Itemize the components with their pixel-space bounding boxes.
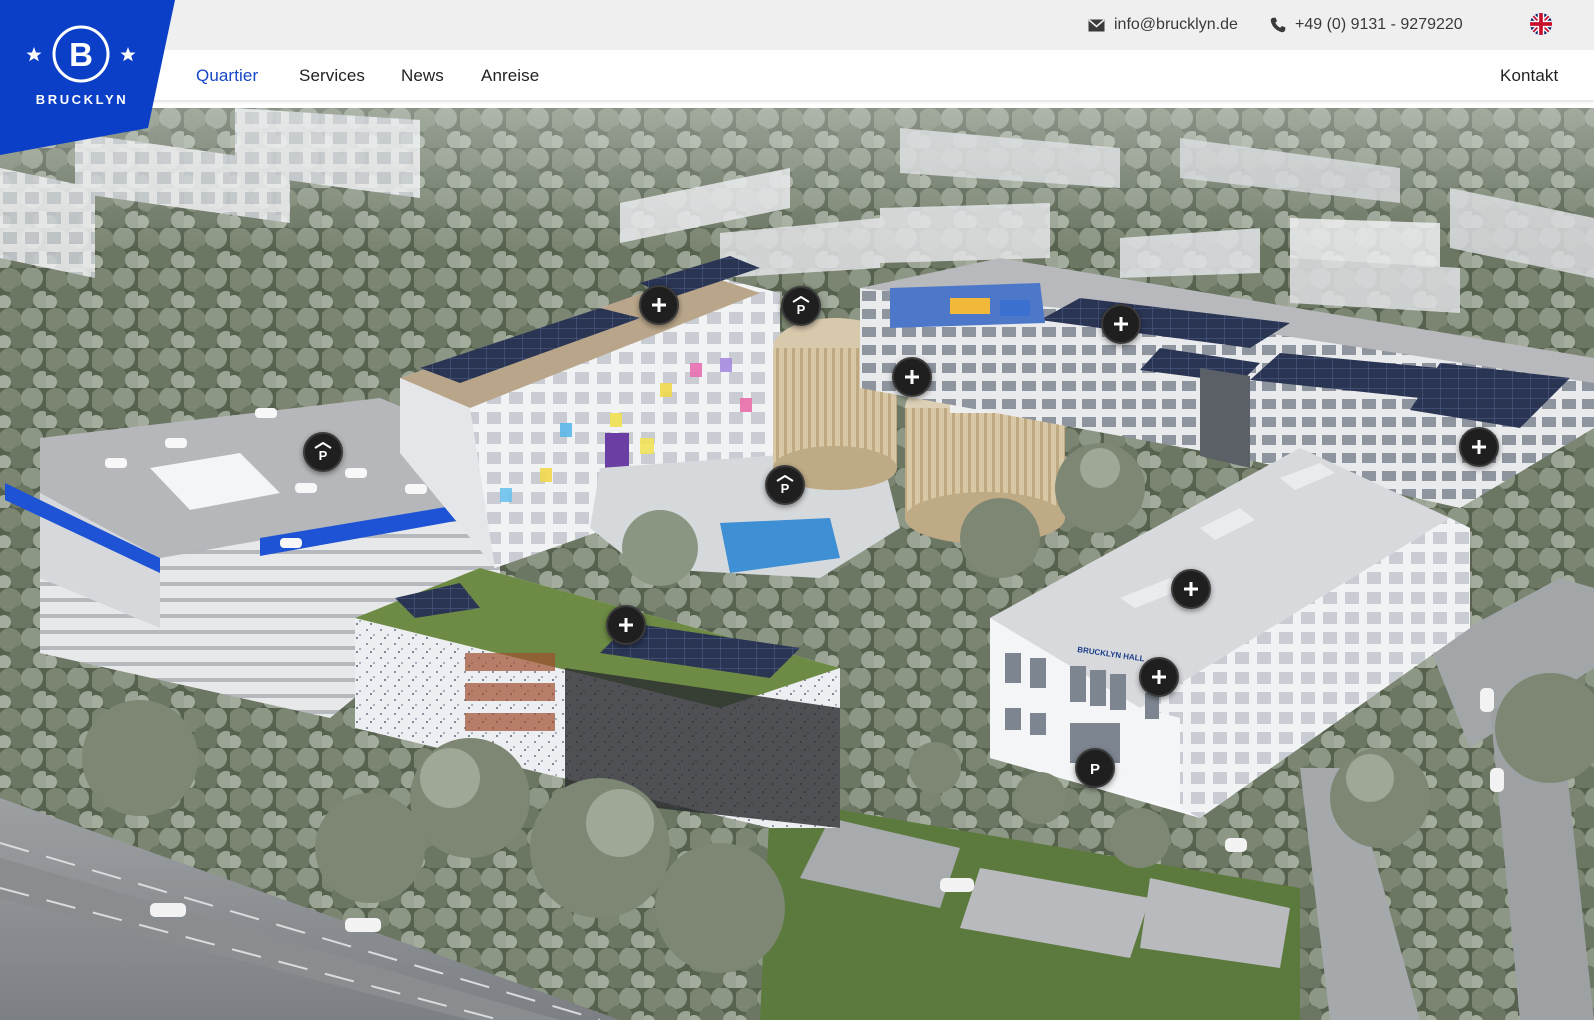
- hotspot-info-east-wing[interactable]: [1459, 427, 1499, 467]
- plus-icon: [1184, 582, 1198, 596]
- brucklyn-logo[interactable]: B BRUCKLYN: [0, 0, 175, 155]
- plus-icon: [619, 618, 633, 632]
- phone-text: +49 (0) 9131 - 9279220: [1295, 16, 1463, 33]
- svg-text:P: P: [797, 302, 806, 316]
- plus-icon: [1472, 440, 1486, 454]
- logo-letter: B: [69, 36, 93, 73]
- phone-icon: [1270, 17, 1286, 33]
- parking-icon: P: [1090, 761, 1100, 778]
- nav-item-anreise[interactable]: Anreise: [481, 66, 539, 86]
- plus-icon: [652, 298, 666, 312]
- nav-item-quartier[interactable]: Quartier: [196, 66, 258, 86]
- svg-text:P: P: [1090, 761, 1100, 778]
- hotspot-info-hall-roof[interactable]: [1171, 569, 1211, 609]
- hotspot-parking-garage-courtyard[interactable]: P: [765, 465, 805, 505]
- hotspot-parking-garage-north[interactable]: P: [781, 286, 821, 326]
- phone-link[interactable]: +49 (0) 9131 - 9279220: [1270, 16, 1463, 34]
- email-link[interactable]: info@brucklyn.de: [1088, 16, 1238, 34]
- plus-icon: [1152, 670, 1166, 684]
- main-navigation: Quartier Services News Anreise Kontakt: [0, 50, 1594, 100]
- svg-text:P: P: [781, 481, 790, 495]
- nav-item-news[interactable]: News: [401, 66, 444, 86]
- plus-icon: [905, 370, 919, 384]
- nav-item-services[interactable]: Services: [299, 66, 365, 86]
- envelope-icon: [1088, 18, 1105, 31]
- plus-icon: [1114, 317, 1128, 331]
- aerial-rendering: BRUCKLYN HALL: [0, 108, 1594, 1020]
- parking-garage-icon: P: [792, 296, 810, 316]
- quarter-map: BRUCKLYN HALL P P P P: [0, 108, 1594, 1020]
- logo-wordmark: BRUCKLYN: [36, 92, 129, 107]
- hotspot-info-brucklyn-hall[interactable]: [1139, 657, 1179, 697]
- parking-garage-icon: P: [314, 442, 332, 462]
- hotspot-parking-surface[interactable]: P: [1075, 748, 1115, 788]
- nav-item-kontakt[interactable]: Kontakt: [1500, 66, 1558, 86]
- hotspot-info-office-building[interactable]: [606, 605, 646, 645]
- hotspot-parking-garage-west[interactable]: P: [303, 432, 343, 472]
- svg-text:P: P: [319, 448, 328, 462]
- email-text: info@brucklyn.de: [1114, 16, 1238, 33]
- hotspot-info-residential-roof[interactable]: [639, 285, 679, 325]
- contact-bar: info@brucklyn.de +49 (0) 9131 - 9279220: [0, 0, 1594, 50]
- hotspot-info-round-tower[interactable]: [892, 357, 932, 397]
- parking-garage-icon: P: [776, 475, 794, 495]
- hotspot-info-back-block[interactable]: [1101, 304, 1141, 344]
- uk-flag-icon[interactable]: [1530, 13, 1552, 35]
